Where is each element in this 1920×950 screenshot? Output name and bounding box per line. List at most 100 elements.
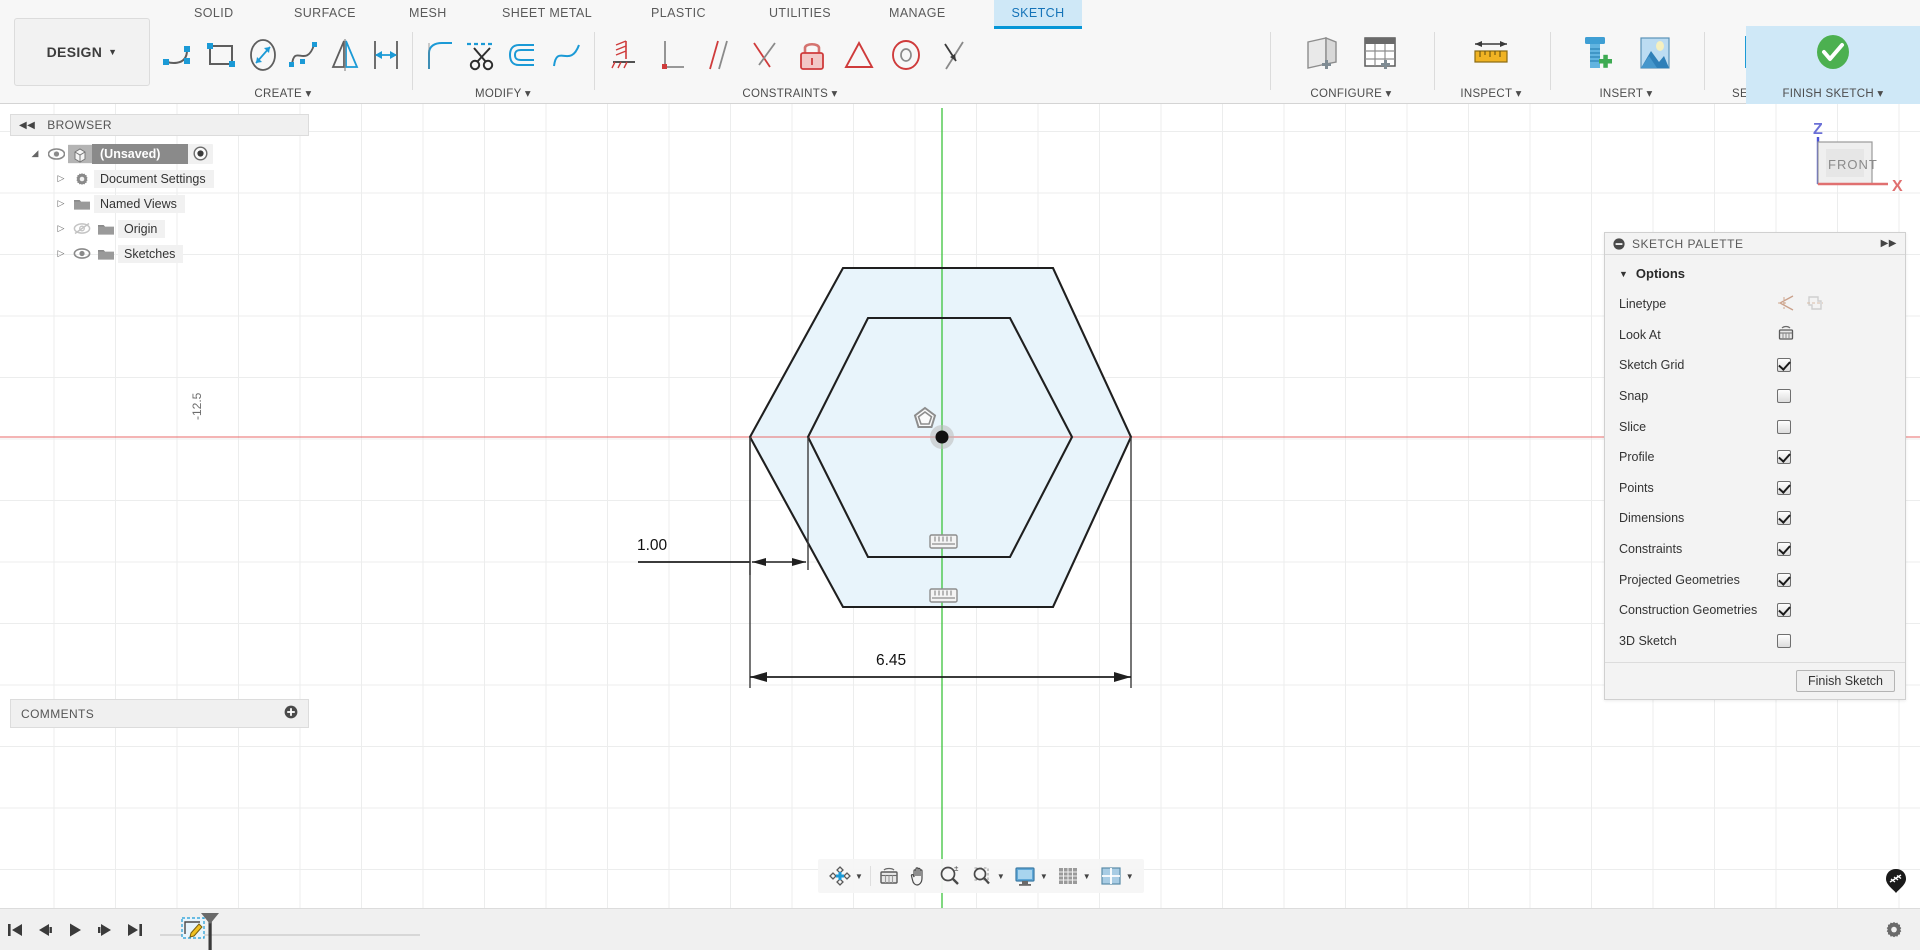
eye-hidden-icon[interactable] bbox=[70, 222, 94, 235]
eye-icon[interactable] bbox=[44, 147, 68, 160]
offset-icon[interactable] bbox=[503, 28, 546, 82]
3d-sketch-checkbox[interactable] bbox=[1777, 633, 1791, 648]
zoom-window-icon[interactable]: ▼ bbox=[966, 861, 1009, 891]
view-cube[interactable]: Z FRONT X bbox=[1800, 112, 1910, 213]
viewports-icon[interactable]: ▼ bbox=[1095, 861, 1138, 891]
radio-activate-icon[interactable] bbox=[188, 146, 213, 161]
chevron-down-icon[interactable]: ▼ bbox=[855, 872, 863, 881]
fillet-icon[interactable] bbox=[418, 28, 461, 82]
step-back-icon[interactable] bbox=[30, 922, 60, 938]
go-to-end-icon[interactable] bbox=[120, 922, 150, 938]
eye-icon[interactable] bbox=[70, 247, 94, 260]
ribbon-group-insert-label[interactable]: INSERT ▾ bbox=[1556, 86, 1696, 100]
ribbon-group-modify-label[interactable]: MODIFY ▾ bbox=[418, 86, 588, 100]
expand-right-icon[interactable]: ▶▶ bbox=[1881, 238, 1897, 249]
browser-root-node[interactable]: ◢ (Unsaved) bbox=[10, 141, 309, 166]
browser-item-named-views[interactable]: ▷ Named Views bbox=[10, 191, 309, 216]
perpendicular-icon[interactable] bbox=[647, 28, 694, 82]
chevron-right-icon[interactable]: ▷ bbox=[52, 198, 70, 209]
minimize-icon[interactable] bbox=[1613, 237, 1625, 250]
dimensions-checkbox[interactable] bbox=[1777, 511, 1791, 526]
look-at-icon[interactable] bbox=[874, 861, 904, 891]
mirror-icon[interactable] bbox=[324, 28, 365, 82]
configure-table-icon[interactable] bbox=[1351, 28, 1409, 82]
tab-sketch[interactable]: SKETCH bbox=[994, 0, 1082, 29]
go-to-beginning-icon[interactable] bbox=[0, 922, 30, 938]
rectangle-icon[interactable] bbox=[201, 28, 242, 82]
curvature-icon[interactable] bbox=[546, 28, 589, 82]
spline-icon[interactable] bbox=[283, 28, 324, 82]
ribbon-group-create-label[interactable]: CREATE ▾ bbox=[160, 86, 406, 100]
symmetry-icon[interactable] bbox=[929, 28, 976, 82]
offset-dimension-value[interactable]: 1.00 bbox=[637, 537, 667, 555]
chevron-down-icon[interactable]: ▼ bbox=[1040, 872, 1048, 881]
concentric-icon[interactable] bbox=[882, 28, 929, 82]
options-section-header[interactable]: ▼ Options bbox=[1605, 263, 1905, 289]
play-icon[interactable] bbox=[60, 922, 90, 938]
browser-item-document-settings[interactable]: ▷ Document Settings bbox=[10, 166, 309, 191]
chevron-right-icon[interactable]: ▷ bbox=[52, 173, 70, 184]
trim-icon[interactable] bbox=[461, 28, 504, 82]
collapse-left-icon[interactable]: ◀◀ bbox=[19, 120, 35, 131]
zoom-icon[interactable]: ± bbox=[934, 861, 966, 891]
equal-constraint-icon[interactable] bbox=[835, 28, 882, 82]
horizontal-vertical-icon[interactable] bbox=[600, 28, 647, 82]
orbit-icon[interactable]: ▼ bbox=[824, 861, 867, 891]
points-checkbox[interactable] bbox=[1777, 480, 1791, 495]
workspace-switcher[interactable]: DESIGN ▼ bbox=[14, 18, 150, 86]
tab-utilities[interactable]: UTILITIES bbox=[757, 0, 843, 26]
comments-panel[interactable]: COMMENTS bbox=[10, 699, 309, 728]
pan-hand-icon[interactable] bbox=[904, 861, 934, 891]
sketch-palette-header: SKETCH PALETTE ▶▶ bbox=[1605, 233, 1905, 255]
grid-snaps-icon[interactable]: ▼ bbox=[1052, 861, 1095, 891]
step-forward-icon[interactable] bbox=[90, 922, 120, 938]
add-comment-icon[interactable] bbox=[284, 705, 298, 722]
ribbon-group-finish-sketch-label[interactable]: FINISH SKETCH ▾ bbox=[1746, 86, 1920, 100]
browser-item-origin[interactable]: ▷ Origin bbox=[10, 216, 309, 241]
expanded-triangle-icon[interactable]: ◢ bbox=[26, 148, 44, 159]
tab-manage[interactable]: MANAGE bbox=[877, 0, 958, 26]
chevron-right-icon[interactable]: ▷ bbox=[52, 248, 70, 259]
finish-sketch-button[interactable]: Finish Sketch bbox=[1795, 670, 1895, 693]
ellipse-icon[interactable] bbox=[242, 28, 283, 82]
ribbon-group-finish-sketch[interactable]: FINISH SKETCH ▾ bbox=[1746, 26, 1920, 104]
projected-geometries-checkbox[interactable] bbox=[1777, 572, 1791, 587]
fix-lock-icon[interactable] bbox=[788, 28, 835, 82]
construction-line-icon[interactable] bbox=[1777, 294, 1795, 315]
navigation-help-icon[interactable] bbox=[1884, 868, 1908, 899]
line-icon[interactable] bbox=[160, 28, 201, 82]
gear-icon[interactable] bbox=[1884, 920, 1904, 945]
parallel-icon[interactable] bbox=[694, 28, 741, 82]
construction-geometries-checkbox[interactable] bbox=[1777, 603, 1791, 618]
chevron-right-icon[interactable]: ▷ bbox=[52, 223, 70, 234]
timeline-track[interactable] bbox=[160, 909, 1920, 950]
tab-mesh[interactable]: MESH bbox=[397, 0, 459, 26]
finish-sketch-check-icon[interactable] bbox=[1804, 28, 1862, 82]
sketch-grid-checkbox[interactable] bbox=[1777, 358, 1791, 373]
chevron-down-icon[interactable]: ▼ bbox=[1126, 872, 1134, 881]
ribbon-group-constraints-label[interactable]: CONSTRAINTS ▾ bbox=[600, 86, 980, 100]
ribbon-group-inspect-label[interactable]: INSPECT ▾ bbox=[1440, 86, 1542, 100]
chevron-down-icon[interactable]: ▼ bbox=[997, 872, 1005, 881]
profile-checkbox[interactable] bbox=[1777, 450, 1791, 465]
browser-item-sketches[interactable]: ▷ Sketches bbox=[10, 241, 309, 266]
look-at-icon[interactable] bbox=[1777, 325, 1795, 344]
insert-mcmaster-icon[interactable] bbox=[1568, 28, 1626, 82]
insert-canvas-icon[interactable] bbox=[1626, 28, 1684, 82]
width-dimension-value[interactable]: 6.45 bbox=[876, 652, 906, 670]
display-settings-icon[interactable]: ▼ bbox=[1009, 861, 1052, 891]
slice-checkbox[interactable] bbox=[1777, 419, 1791, 434]
tab-surface[interactable]: SURFACE bbox=[282, 0, 368, 26]
constraints-checkbox[interactable] bbox=[1777, 542, 1791, 557]
centerline-icon[interactable] bbox=[1806, 294, 1824, 315]
tab-sheet-metal[interactable]: SHEET METAL bbox=[490, 0, 604, 26]
tab-solid[interactable]: SOLID bbox=[182, 0, 246, 26]
tangent-constraint-icon[interactable] bbox=[741, 28, 788, 82]
ribbon-group-configure-label[interactable]: CONFIGURE ▾ bbox=[1276, 86, 1426, 100]
measure-icon[interactable] bbox=[1462, 28, 1520, 82]
chevron-down-icon[interactable]: ▼ bbox=[1083, 872, 1091, 881]
tab-plastic[interactable]: PLASTIC bbox=[639, 0, 718, 26]
configure-part-icon[interactable] bbox=[1293, 28, 1351, 82]
snap-checkbox[interactable] bbox=[1777, 389, 1791, 404]
offset-distance-icon[interactable] bbox=[365, 28, 406, 82]
